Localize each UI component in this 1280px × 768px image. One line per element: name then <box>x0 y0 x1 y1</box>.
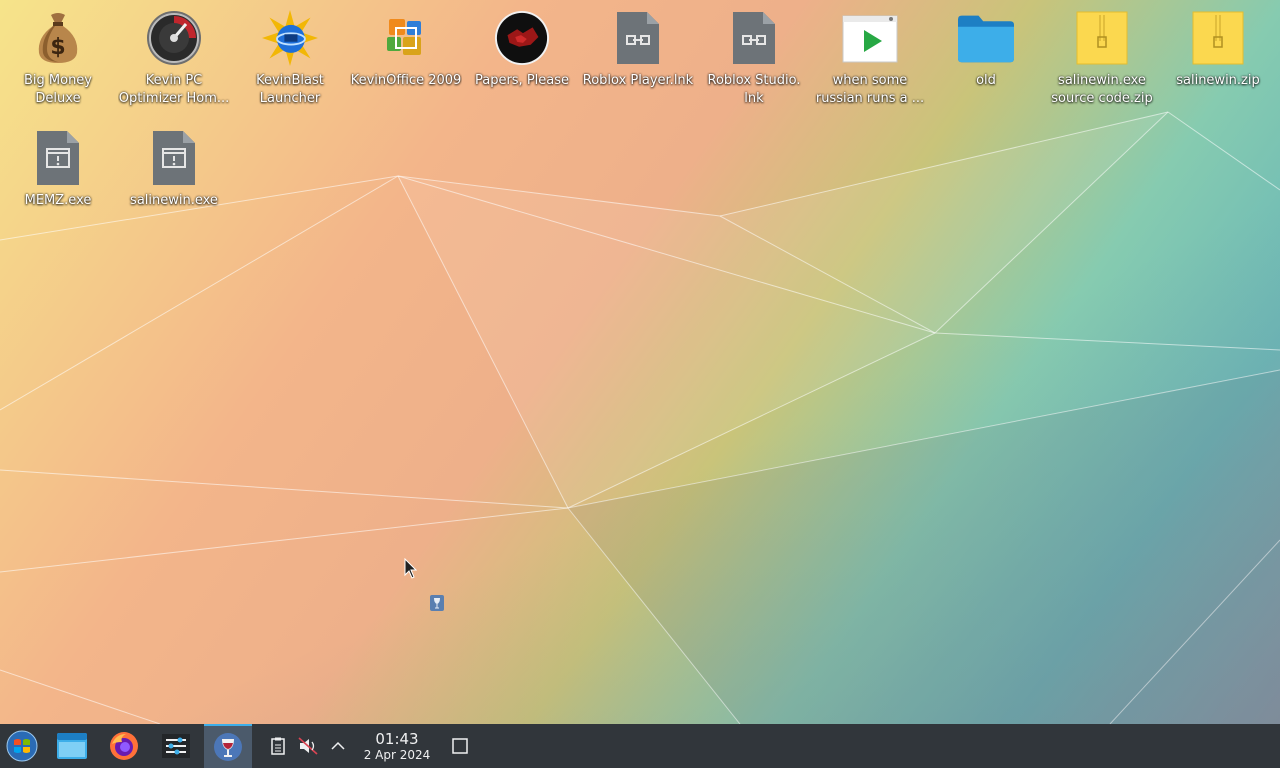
folder-icon <box>958 10 1014 66</box>
desktop-icon-roblox-player-lnk[interactable]: Roblox Player.lnk <box>582 10 694 90</box>
shortcut-file-icon <box>610 10 666 66</box>
wine-glass-icon <box>214 733 242 761</box>
icon-label: Roblox Player.lnk <box>582 73 694 88</box>
executable-file-icon <box>146 130 202 186</box>
chevron-up-icon <box>331 741 345 750</box>
desktop-icon-salinewin-zip[interactable]: salinewin.zip <box>1162 10 1274 90</box>
icon-label: old <box>976 73 996 88</box>
globe-burst-icon <box>262 10 318 66</box>
desktop-icon-video[interactable]: when some russian runs a ... <box>814 10 926 108</box>
icon-label: Papers, Please <box>474 73 570 88</box>
icon-label: salinewin.zip <box>1176 73 1260 88</box>
show-desktop-button[interactable] <box>448 724 472 768</box>
icon-label: MEMZ.exe <box>24 193 92 208</box>
desktop-icon-kevinoffice-2009[interactable]: KevinOffice 2009 <box>350 10 462 90</box>
start-menu-button[interactable] <box>0 724 44 768</box>
video-file-icon <box>842 10 898 66</box>
desktop-icon-salinewin-exe[interactable]: salinewin.exe <box>118 130 230 210</box>
wine-glass-icon[interactable] <box>430 595 444 611</box>
papers-please-icon <box>494 10 550 66</box>
desktop-icon-kevinblast-launcher[interactable]: KevinBlast Launcher <box>234 10 346 108</box>
firefox-icon <box>110 732 138 760</box>
firefox-button[interactable] <box>100 724 148 768</box>
file-manager-button[interactable] <box>48 724 96 768</box>
desktop-icon-salinewin-source-zip[interactable]: salinewin.exe source code.zip <box>1046 10 1158 108</box>
desktop-icon-big-money-deluxe[interactable]: $ Big Money Deluxe <box>2 10 114 108</box>
svg-text:$: $ <box>50 35 65 60</box>
folder-window-icon <box>57 733 87 759</box>
icon-label: Kevin PC Optimizer Hom... <box>118 73 230 106</box>
speedometer-icon <box>146 10 202 66</box>
taskbar: 01:43 2 Apr 2024 <box>0 724 1280 768</box>
icon-label: KevinBlast Launcher <box>256 73 324 106</box>
desktop-icon-old-folder[interactable]: old <box>930 10 1042 90</box>
wine-button[interactable] <box>204 724 252 768</box>
sliders-icon <box>162 734 190 758</box>
icon-label: when some russian runs a ... <box>815 73 925 106</box>
clipboard-icon <box>271 737 285 755</box>
zip-archive-icon <box>1074 10 1130 66</box>
windows-orb-icon <box>6 730 38 762</box>
desktop-icon-memz-exe[interactable]: MEMZ.exe <box>2 130 114 210</box>
shortcut-file-icon <box>726 10 782 66</box>
desktop[interactable]: $ Big Money Deluxe Kevin PC Optimizer Ho… <box>0 0 1280 724</box>
mouse-cursor <box>404 558 418 579</box>
icon-label: KevinOffice 2009 <box>350 73 462 88</box>
zip-archive-icon <box>1190 10 1246 66</box>
clipboard-button[interactable] <box>266 724 290 768</box>
tray-expand-button[interactable] <box>326 724 350 768</box>
volume-muted-icon <box>298 737 318 755</box>
icon-label: Roblox Studio. lnk <box>707 73 801 106</box>
volume-button[interactable] <box>296 724 320 768</box>
clock-date: 2 Apr 2024 <box>363 747 431 762</box>
desktop-icon-kevin-pc-optimizer[interactable]: Kevin PC Optimizer Hom... <box>118 10 230 108</box>
desktop-icon-papers-please[interactable]: Papers, Please <box>466 10 578 90</box>
desktop-icon-roblox-studio-lnk[interactable]: Roblox Studio. lnk <box>698 10 810 108</box>
clock-time: 01:43 <box>375 729 419 748</box>
office-logo-icon <box>378 10 434 66</box>
digital-clock[interactable]: 01:43 2 Apr 2024 <box>358 724 436 768</box>
settings-button[interactable] <box>152 724 200 768</box>
icon-label: salinewin.exe <box>130 193 218 208</box>
icon-label: Big Money Deluxe <box>23 73 92 106</box>
show-desktop-icon <box>452 738 468 754</box>
money-bag-icon: $ <box>30 10 86 66</box>
wallpaper-facets <box>0 111 1280 724</box>
executable-file-icon <box>30 130 86 186</box>
icon-label: salinewin.exe source code.zip <box>1051 73 1153 106</box>
